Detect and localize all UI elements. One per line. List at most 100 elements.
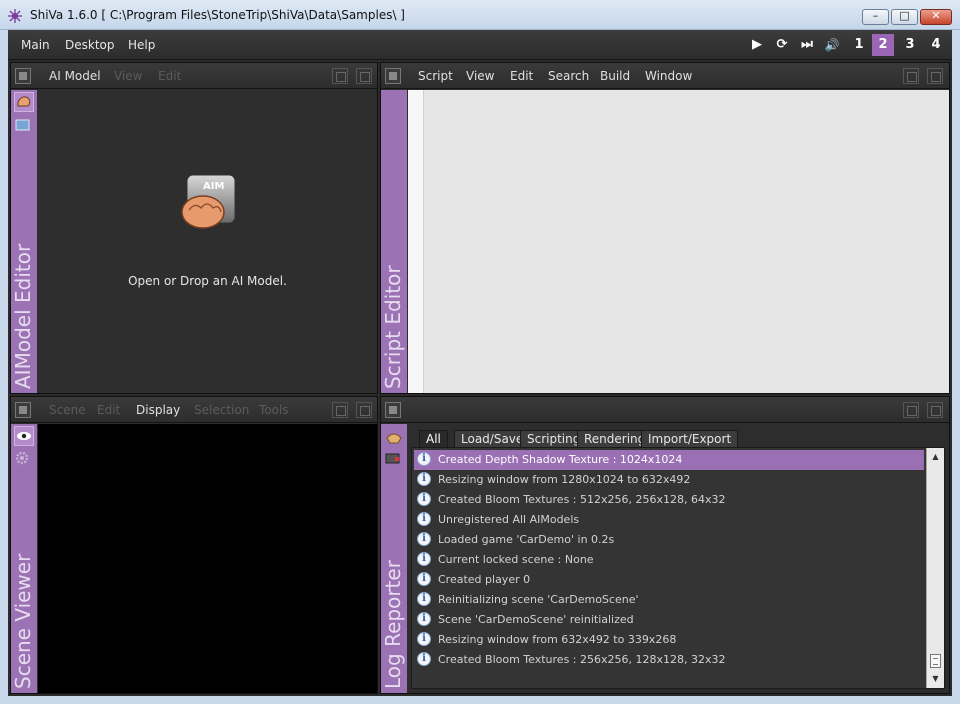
script-editor-label: Script Editor (381, 265, 405, 389)
menu-help[interactable]: Help (128, 38, 155, 52)
window-title: ShiVa 1.6.0 [ C:\Program Files\StoneTrip… (30, 8, 405, 22)
tab-all[interactable]: All (419, 430, 448, 448)
layout-3-button[interactable]: 3 (899, 34, 921, 56)
menu-ai-model[interactable]: AI Model (49, 69, 101, 83)
panel-options-icon[interactable] (927, 402, 943, 418)
scene-viewer-header: Scene Edit Display Selection Tools (11, 397, 377, 423)
close-button[interactable]: ✕ (920, 9, 952, 25)
maximize-button[interactable]: □ (891, 9, 918, 25)
menu-edit: Edit (158, 69, 182, 83)
script-editor-sidebar: Script Editor (381, 90, 407, 393)
panel-maximize-icon[interactable] (15, 402, 31, 418)
log-reporter-panel: Log Reporter All Load/Save Scripting Ren… (380, 396, 950, 694)
aimodel-editor-label: AIModel Editor (11, 243, 35, 389)
info-icon: i (417, 612, 431, 626)
brain-icon (17, 96, 31, 107)
log-entry[interactable]: i Created Depth Shadow Texture : 1024x102… (414, 450, 924, 470)
panel-detach-icon[interactable] (332, 68, 348, 84)
play-icon[interactable]: ▶ (746, 34, 768, 56)
log-reporter-header (381, 397, 949, 423)
log-entry[interactable]: i Resizing window from 1280x1024 to 632x4… (414, 470, 924, 490)
menu-main[interactable]: Main (21, 38, 50, 52)
scene-viewport[interactable] (38, 424, 377, 693)
scroll-thumb[interactable] (930, 654, 941, 668)
scroll-down-icon[interactable]: ▼ (927, 672, 944, 686)
filter-icon[interactable] (385, 428, 403, 446)
log-list[interactable]: ▲ ▼ i Created Depth Shadow Texture : 1024… (411, 447, 945, 689)
log-entry[interactable]: i Loaded game 'CarDemo' in 0.2s (414, 530, 924, 550)
script-editor-header: Script View Edit Search Build Window (381, 63, 949, 89)
panel-options-icon[interactable] (927, 68, 943, 84)
menu-search[interactable]: Search (548, 69, 589, 83)
menu-view: View (114, 69, 143, 83)
minimize-icon: – (872, 9, 879, 22)
minimize-button[interactable]: – (862, 9, 889, 25)
layout-4-button[interactable]: 4 (925, 34, 947, 56)
log-entry[interactable]: i Current locked scene : None (414, 550, 924, 570)
log-entry[interactable]: i Unregistered All AIModels (414, 510, 924, 530)
log-entry[interactable]: i Created Bloom Textures : 512x256, 256x1… (414, 490, 924, 510)
log-entry-text: Resizing window from 1280x1024 to 632x49… (438, 473, 691, 486)
log-entry[interactable]: i Reinitializing scene 'CarDemoScene' (414, 590, 924, 610)
log-reporter-label: Log Reporter (381, 560, 405, 689)
volume-icon[interactable]: 🔊 (821, 34, 843, 56)
log-entry[interactable]: i Created player 0 (414, 570, 924, 590)
menu-edit: Edit (97, 403, 121, 417)
main-menubar: Main Desktop Help ▶ ⟳ ⏭ 🔊 1 2 3 4 (8, 30, 952, 60)
tab-import-export[interactable]: Import/Export (641, 430, 739, 448)
menu-script[interactable]: Script (418, 69, 453, 83)
window-titlebar: ShiVa 1.6.0 [ C:\Program Files\StoneTrip… (0, 0, 960, 30)
window-tool-button[interactable] (14, 116, 34, 136)
menu-tools: Tools (259, 403, 289, 417)
line-number-gutter (408, 90, 424, 393)
log-entry[interactable]: i Scene 'CarDemoScene' reinitialized (414, 610, 924, 630)
step-icon[interactable]: ⏭ (796, 34, 818, 56)
menu-display[interactable]: Display (136, 403, 180, 417)
info-icon: i (417, 512, 431, 526)
panel-detach-icon[interactable] (903, 68, 919, 84)
log-entry-text: Created player 0 (438, 573, 531, 586)
scroll-up-icon[interactable]: ▲ (927, 450, 944, 464)
log-entry[interactable]: i Created Bloom Textures : 256x256, 128x1… (414, 650, 924, 670)
aimodel-editor-body[interactable]: AIM Open or Drop an AI Model. (38, 90, 377, 393)
panel-maximize-icon[interactable] (385, 402, 401, 418)
maximize-icon: □ (899, 9, 910, 22)
info-icon: i (417, 592, 431, 606)
log-entry-text: Reinitializing scene 'CarDemoScene' (438, 593, 639, 606)
ai-model-icon: AIM (181, 174, 236, 229)
info-icon: i (417, 632, 431, 646)
close-icon: ✕ (931, 9, 941, 22)
panel-maximize-icon[interactable] (385, 68, 401, 84)
layout-2-button[interactable]: 2 (872, 34, 894, 56)
menu-scene: Scene (49, 403, 86, 417)
menu-build[interactable]: Build (600, 69, 630, 83)
tab-load-save[interactable]: Load/Save (454, 430, 531, 448)
log-scrollbar[interactable]: ▲ ▼ (926, 448, 944, 688)
eye-tool-button[interactable] (14, 426, 34, 446)
menu-edit[interactable]: Edit (510, 69, 533, 83)
info-icon: i (417, 472, 431, 486)
shiva-logo-icon (8, 9, 22, 23)
app-client-area: Main Desktop Help ▶ ⟳ ⏭ 🔊 1 2 3 4 AI Mod… (8, 30, 952, 696)
script-text-area[interactable] (408, 90, 949, 393)
panel-detach-icon[interactable] (332, 402, 348, 418)
menu-view[interactable]: View (466, 69, 494, 83)
log-entry-text: Loaded game 'CarDemo' in 0.2s (438, 533, 615, 546)
panel-options-icon[interactable] (356, 68, 372, 84)
panel-detach-icon[interactable] (903, 402, 919, 418)
info-icon: i (417, 492, 431, 506)
log-entry[interactable]: i Resizing window from 632x492 to 339x268 (414, 630, 924, 650)
menu-window[interactable]: Window (645, 69, 692, 83)
menu-desktop[interactable]: Desktop (65, 38, 115, 52)
panel-maximize-icon[interactable] (15, 68, 31, 84)
info-icon: i (417, 552, 431, 566)
menu-selection: Selection (194, 403, 250, 417)
brain-tool-button[interactable] (14, 92, 34, 112)
panel-options-icon[interactable] (356, 402, 372, 418)
info-icon: i (417, 652, 431, 666)
scene-viewer-label: Scene Viewer (11, 553, 35, 689)
aimodel-editor-header: AI Model View Edit (11, 63, 377, 89)
layout-1-button[interactable]: 1 (848, 34, 870, 56)
refresh-icon[interactable]: ⟳ (771, 34, 793, 56)
drop-message: Open or Drop an AI Model. (128, 274, 287, 288)
